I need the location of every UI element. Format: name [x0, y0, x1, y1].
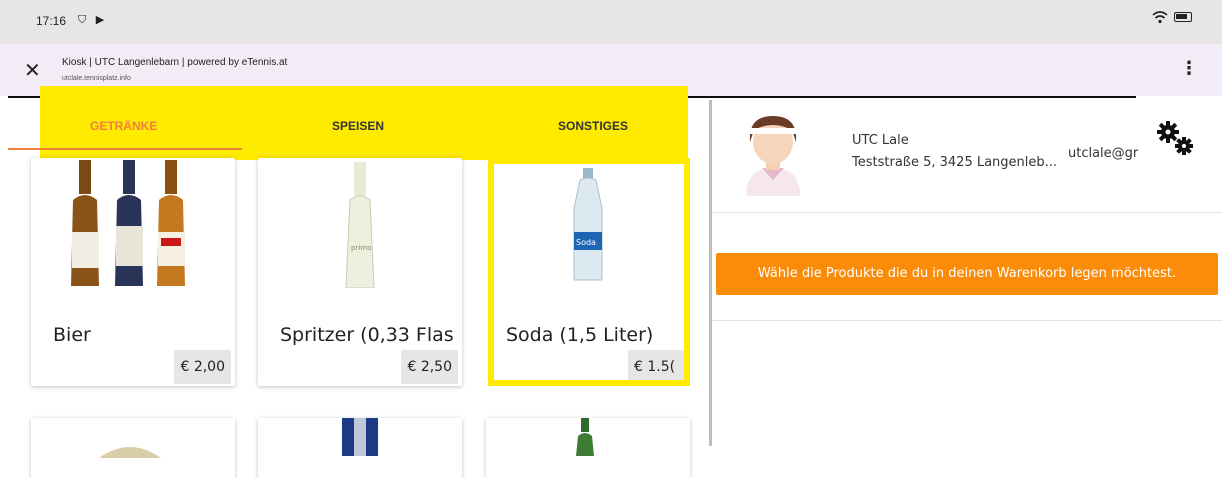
page-url: utclale.tennisplatz.info	[62, 75, 131, 82]
product-name: Spritzer (0,33 Flas	[280, 324, 454, 346]
product-name: Bier	[53, 324, 91, 346]
shop-email: utclale@gr	[1068, 146, 1139, 161]
selected-product-highlight	[488, 158, 690, 386]
mug-icon	[99, 447, 161, 458]
status-right-icons	[1152, 10, 1192, 24]
spritzer-bottle-icon: primo	[345, 162, 375, 288]
tab-sonstiges[interactable]: SONSTIGES	[558, 119, 628, 133]
wifi-icon	[1152, 11, 1168, 24]
divider	[712, 320, 1222, 321]
close-icon[interactable]: ✕	[24, 58, 41, 82]
notification-icons: ⛉ ▶	[78, 13, 108, 26]
divider	[712, 212, 1222, 213]
page-title: Kiosk | UTC Langenlebarn | powered by eT…	[62, 57, 288, 68]
more-menu-icon[interactable]: ⋮	[1180, 58, 1198, 79]
green-bottle-icon	[576, 418, 594, 456]
product-card[interactable]	[31, 418, 235, 478]
status-time: 17:16	[36, 14, 67, 28]
product-price: € 2,00	[174, 350, 231, 384]
product-card[interactable]	[486, 418, 690, 478]
product-card[interactable]	[258, 418, 462, 478]
tab-speisen[interactable]: SPEISEN	[332, 119, 384, 133]
gear-icon[interactable]	[1152, 118, 1200, 158]
cart-hint: Wähle die Produkte die du in deinen Ware…	[716, 253, 1218, 295]
shop-address: Teststraße 5, 3425 Langenleb...	[852, 155, 1058, 170]
beer-bottles-icon	[71, 160, 185, 286]
battery-icon	[1174, 12, 1192, 22]
product-card-bier[interactable]: Bier € 2,00	[31, 158, 235, 386]
svg-text:primo: primo	[351, 244, 371, 252]
active-tab-indicator	[8, 148, 242, 150]
shop-name: UTC Lale	[852, 133, 909, 148]
status-bar: 17:16 ⛉ ▶	[0, 0, 1222, 44]
product-card-spritzer[interactable]: primo Spritzer (0,33 Flas € 2,50	[258, 158, 462, 386]
energy-can-icon	[342, 418, 378, 456]
avatar	[746, 116, 800, 196]
product-price: € 2,50	[401, 350, 458, 384]
tab-getraenke[interactable]: GETRÄNKE	[90, 119, 157, 133]
